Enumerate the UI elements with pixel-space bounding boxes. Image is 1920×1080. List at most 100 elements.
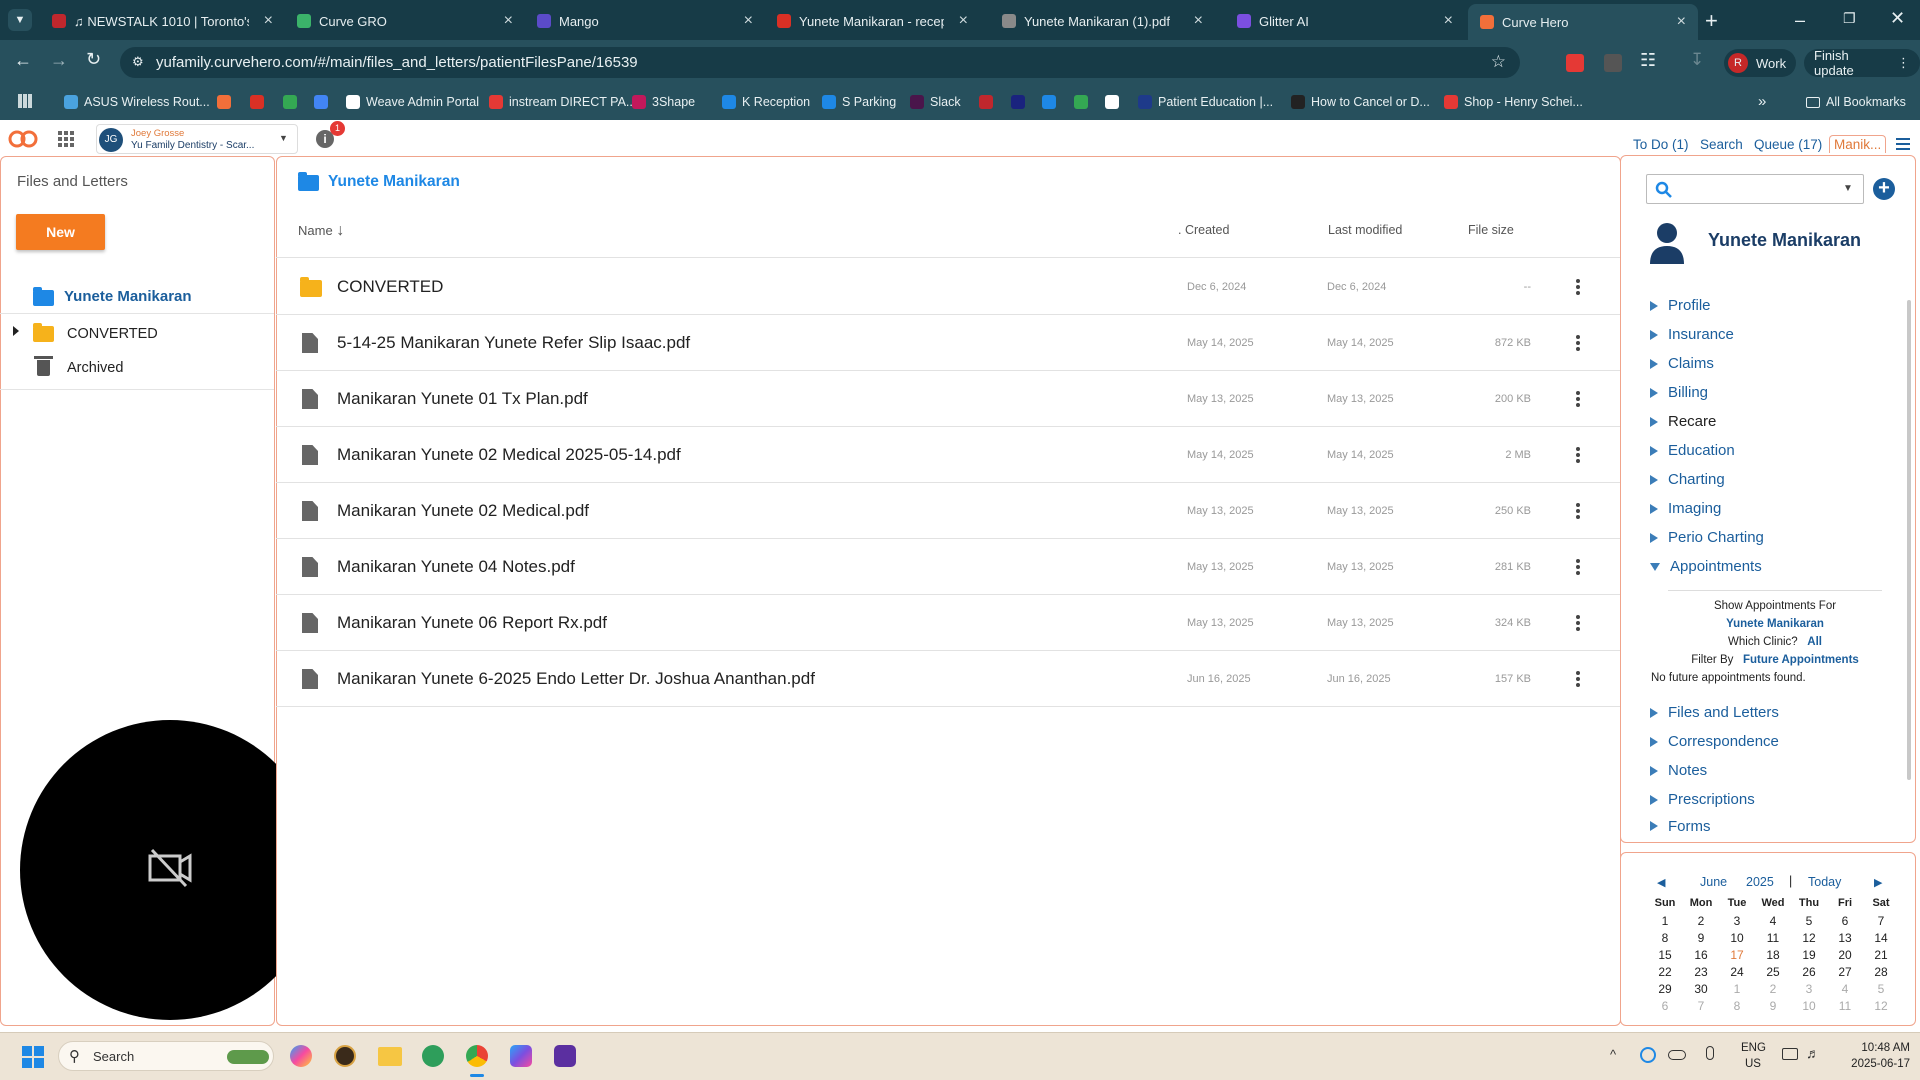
extension-icon-2[interactable]: [1604, 54, 1622, 72]
patient-nav-item[interactable]: Imaging: [1650, 500, 1721, 517]
patient-nav-item[interactable]: Perio Charting: [1650, 529, 1764, 546]
address-bar[interactable]: ⚙ yufamily.curvehero.com/#/main/files_an…: [120, 47, 1520, 78]
calendar-day[interactable]: 14: [1863, 929, 1899, 946]
close-tab-icon[interactable]: ×: [264, 12, 273, 30]
browser-tab[interactable]: Yunete Manikaran (1).pdf ×: [990, 6, 1215, 36]
patient-nav-item[interactable]: Insurance: [1650, 326, 1734, 343]
bookmark-item[interactable]: 3Shape: [632, 84, 695, 120]
calendar-day[interactable]: 3: [1719, 912, 1755, 929]
calendar-today-link[interactable]: Today: [1808, 875, 1841, 889]
calendar-day[interactable]: 12: [1791, 929, 1827, 946]
bookmark-item[interactable]: [217, 84, 231, 120]
calendar-day[interactable]: 7: [1863, 912, 1899, 929]
tree-root[interactable]: Yunete Manikaran: [0, 280, 274, 314]
profile-button[interactable]: R Work: [1724, 49, 1797, 77]
queue-link[interactable]: Queue (17): [1754, 137, 1822, 152]
site-info-icon[interactable]: ⚙: [132, 54, 144, 70]
calendar-day[interactable]: 2: [1683, 912, 1719, 929]
calendar-day[interactable]: 10: [1791, 997, 1827, 1014]
filter-value-link[interactable]: Future Appointments: [1743, 654, 1859, 666]
app-icon-green[interactable]: [422, 1045, 444, 1067]
clinic-value-link[interactable]: All: [1807, 636, 1822, 648]
browser-tab[interactable]: Curve GRO ×: [285, 6, 525, 36]
calendar-day[interactable]: 7: [1683, 997, 1719, 1014]
extension-icon-1[interactable]: [1566, 54, 1584, 72]
calendar-month[interactable]: June: [1700, 875, 1727, 889]
patient-nav-item[interactable]: Notes: [1650, 762, 1707, 779]
close-tab-icon[interactable]: ×: [504, 12, 513, 30]
curve-hero-logo[interactable]: [8, 128, 38, 150]
file-name[interactable]: Manikaran Yunete 01 Tx Plan.pdf: [337, 389, 588, 409]
calendar-day[interactable]: 2: [1755, 980, 1791, 997]
calendar-day[interactable]: 27: [1827, 963, 1863, 980]
patient-nav-item[interactable]: Recare: [1650, 413, 1716, 430]
file-name[interactable]: Manikaran Yunete 02 Medical 2025-05-14.p…: [337, 445, 681, 465]
calendar-day[interactable]: 26: [1791, 963, 1827, 980]
calendar-day[interactable]: 8: [1647, 929, 1683, 946]
more-options-icon[interactable]: [1576, 671, 1580, 687]
more-options-icon[interactable]: [1576, 615, 1580, 631]
patient-nav-item[interactable]: Appointments: [1650, 558, 1762, 575]
tray-overflow-icon[interactable]: ^: [1610, 1047, 1616, 1062]
browser-tab[interactable]: Curve Hero ×: [1468, 4, 1698, 40]
calendar-day[interactable]: 22: [1647, 963, 1683, 980]
bookmark-item[interactable]: S Parking: [822, 84, 896, 120]
file-explorer-icon[interactable]: [378, 1047, 402, 1066]
appointments-patient-link[interactable]: Yunete Manikaran: [1668, 615, 1882, 633]
bookmark-item[interactable]: [283, 84, 297, 120]
bookmark-item[interactable]: [314, 84, 328, 120]
calendar-day[interactable]: 6: [1647, 997, 1683, 1014]
patient-search-box[interactable]: ▼: [1646, 174, 1864, 204]
calendar-day[interactable]: 30: [1683, 980, 1719, 997]
chevron-down-icon[interactable]: ▼: [1843, 183, 1853, 194]
extensions-puzzle-icon[interactable]: ☷: [1640, 50, 1656, 71]
more-options-icon[interactable]: [1576, 447, 1580, 463]
table-row[interactable]: Manikaran Yunete 6-2025 Endo Letter Dr. …: [276, 651, 1620, 707]
bookmark-item[interactable]: [979, 84, 993, 120]
table-row[interactable]: Manikaran Yunete 02 Medical.pdf May 13, 2…: [276, 483, 1620, 539]
reload-icon[interactable]: ↻: [86, 49, 101, 70]
close-window-button[interactable]: ✕: [1890, 8, 1905, 29]
copilot-icon[interactable]: [290, 1045, 312, 1067]
bookmark-item[interactable]: [1105, 84, 1119, 120]
more-options-icon[interactable]: [1576, 559, 1580, 575]
volume-icon[interactable]: ♬: [1806, 1045, 1820, 1061]
taskbar-lang[interactable]: ENG: [1741, 1042, 1766, 1054]
patient-nav-item[interactable]: Files and Letters: [1650, 704, 1779, 721]
file-name[interactable]: 5-14-25 Manikaran Yunete Refer Slip Isaa…: [337, 333, 690, 353]
table-row[interactable]: CONVERTED Dec 6, 2024 Dec 6, 2024 --: [276, 259, 1620, 315]
all-bookmarks[interactable]: All Bookmarks: [1806, 84, 1906, 120]
close-tab-icon[interactable]: ×: [744, 12, 753, 30]
more-options-icon[interactable]: [1576, 279, 1580, 295]
calendar-day[interactable]: 3: [1791, 980, 1827, 997]
patient-nav-item[interactable]: Charting: [1650, 471, 1725, 488]
tree-item-converted[interactable]: CONVERTED: [0, 319, 274, 349]
taskbar-time[interactable]: 10:48 AM: [1850, 1042, 1910, 1054]
calendar-day[interactable]: 10: [1719, 929, 1755, 946]
calendar-day[interactable]: 25: [1755, 963, 1791, 980]
patient-nav-item[interactable]: Claims: [1650, 355, 1714, 372]
add-patient-icon[interactable]: +: [1873, 178, 1895, 200]
tree-item-archived[interactable]: Archived: [0, 354, 274, 390]
column-name-header[interactable]: Name ↓: [298, 222, 344, 240]
browser-tab[interactable]: Glitter AI ×: [1225, 6, 1465, 36]
bookmark-item[interactable]: [250, 84, 264, 120]
patient-nav-item[interactable]: Education: [1650, 442, 1735, 459]
calendar-day[interactable]: 23: [1683, 963, 1719, 980]
minimize-button[interactable]: –: [1795, 10, 1805, 31]
bookmark-item[interactable]: Patient Education |...: [1138, 84, 1273, 120]
chrome-icon[interactable]: [466, 1045, 488, 1067]
close-tab-icon[interactable]: ×: [959, 12, 968, 30]
patient-nav-item[interactable]: Profile: [1650, 297, 1711, 314]
finish-update-button[interactable]: Finish update ⋮: [1804, 48, 1920, 78]
file-name[interactable]: CONVERTED: [337, 277, 443, 297]
more-options-icon[interactable]: [1576, 391, 1580, 407]
column-modified-header[interactable]: Last modified: [1328, 223, 1402, 237]
calendar-day[interactable]: 11: [1827, 997, 1863, 1014]
download-icon[interactable]: ↧: [1690, 50, 1704, 70]
file-name[interactable]: Manikaran Yunete 04 Notes.pdf: [337, 557, 575, 577]
table-row[interactable]: Manikaran Yunete 04 Notes.pdf May 13, 202…: [276, 539, 1620, 595]
calendar-day[interactable]: 24: [1719, 963, 1755, 980]
more-options-icon[interactable]: [1576, 335, 1580, 351]
patient-nav-item[interactable]: Forms: [1650, 820, 1711, 832]
